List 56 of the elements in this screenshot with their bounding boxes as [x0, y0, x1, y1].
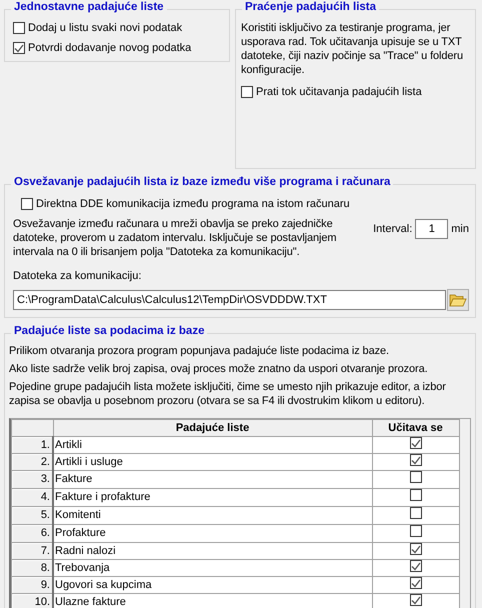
- table-cell: Radni nalozi: [53, 542, 372, 560]
- group-title: Osvežavanje padajućih lista iz baze između više programa i računara: [11, 176, 394, 188]
- table-cell: Ulazne fakture: [53, 594, 372, 608]
- row-number: 1.: [12, 436, 53, 454]
- checkbox[interactable]: [13, 22, 25, 34]
- checkbox[interactable]: [410, 507, 422, 519]
- folder-icon: [449, 293, 467, 307]
- checkbox[interactable]: [241, 86, 253, 98]
- checkbox[interactable]: [410, 560, 422, 572]
- description-text: Ako liste sadrže velik broj zapisa, ovaj proces može znatno da uspori otvaranje prozora.: [9, 362, 429, 376]
- checkbox[interactable]: [410, 454, 422, 466]
- checkbox[interactable]: [410, 594, 422, 606]
- table-cell: Fakture i profakture: [53, 488, 372, 506]
- checkbox-label[interactable]: Potvrdi dodavanje novog podatka: [28, 41, 192, 55]
- description-text: Osvežavanje između računara u mreži obavlja se preko zajedničke datoteke, proverom u zadatom intervalu. Isključuje se postavljanjem intervala na 0 ili brisanjem polja "Datoteka za komunikaciju".: [13, 217, 338, 259]
- description-text: Pojedine grupe padajućih lista možete isključiti, čime se umesto njih prikazuje editor, a izbor zapisa se obavlja u posebnom prozoru (otvara se sa F4 ili dvostrukim klikom u editoru).: [9, 380, 447, 408]
- checkbox[interactable]: [410, 471, 422, 483]
- row-number: 10.: [12, 594, 53, 608]
- checkbox-label[interactable]: Prati tok učitavanja padajućih lista: [256, 85, 422, 99]
- interval-label: Interval:: [373, 222, 412, 236]
- table-cell: Fakture: [53, 470, 372, 488]
- row-number: 8.: [12, 560, 53, 576]
- row-number: 5.: [12, 506, 53, 524]
- checkbox[interactable]: [410, 489, 422, 501]
- description-text: Koristiti isključivo za testiranje programa, jer usporava rad. Tok učitavanja upisuje se u TXT datoteke, čiji naziv počinje sa "Trace" u folderu konfiguracije.: [241, 21, 464, 77]
- table-cell: Artikli i usluge: [53, 454, 372, 470]
- row-number: 6.: [12, 524, 53, 542]
- checkbox[interactable]: [410, 543, 422, 556]
- file-path-field[interactable]: C:\ProgramData\Calculus\Calculus12\TempDir\OSVDDDW.TXT: [13, 290, 446, 310]
- group-title: Jednostavne padajuće liste: [11, 1, 167, 13]
- checkbox-label[interactable]: Dodaj u listu svaki novi podatak: [28, 21, 182, 35]
- row-number: 2.: [12, 454, 53, 470]
- column-header[interactable]: Učitava se: [372, 420, 459, 436]
- field-label: Datoteka za komunikaciju:: [13, 269, 142, 283]
- table-cell: Trebovanja: [53, 560, 372, 576]
- checkbox[interactable]: [410, 525, 422, 537]
- column-header[interactable]: Padajuće liste: [53, 420, 372, 436]
- table-cell: Profakture: [53, 524, 372, 542]
- checkbox[interactable]: [410, 577, 422, 590]
- row-number: 9.: [12, 576, 53, 594]
- table-cell: Ugovori sa kupcima: [53, 576, 372, 594]
- unit-label: min: [451, 222, 469, 236]
- group-title: Padajuće liste sa podacima iz baze: [11, 325, 208, 337]
- browse-button[interactable]: [447, 289, 469, 311]
- checkbox[interactable]: [410, 437, 422, 450]
- table-cell: Artikli: [53, 436, 372, 454]
- checkbox[interactable]: [13, 42, 25, 54]
- checkbox-label[interactable]: Direktna DDE komunikacija između programa na istom računaru: [36, 197, 350, 211]
- interval-field[interactable]: 1: [415, 219, 448, 239]
- row-number: 3.: [12, 470, 53, 488]
- group-title: Praćenje padajućih lista: [242, 1, 380, 13]
- table-cell: Komitenti: [53, 506, 372, 524]
- description-text: Prilikom otvaranja prozora program popunjava padajuće liste podacima iz baze.: [9, 344, 390, 358]
- checkbox[interactable]: [21, 198, 33, 210]
- row-number: 7.: [12, 542, 53, 560]
- row-number: 4.: [12, 488, 53, 506]
